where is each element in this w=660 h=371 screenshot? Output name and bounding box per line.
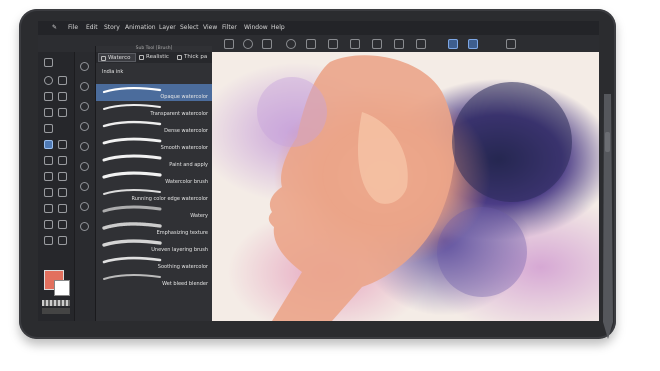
subtool-group-icon[interactable]: [80, 122, 89, 131]
brush-stroke-preview: [102, 205, 162, 213]
brush-item[interactable]: Running color edge watercolor: [96, 186, 212, 203]
menu-animation[interactable]: Animation: [125, 21, 156, 35]
tab-watercolor[interactable]: Waterco: [98, 53, 136, 62]
brush-icon: [177, 55, 182, 60]
brush-item[interactable]: India ink: [96, 64, 212, 77]
menu-file[interactable]: File: [68, 21, 78, 35]
subtool-group-column: [74, 52, 95, 321]
brush-icon: [139, 55, 144, 60]
brush-tool-icon[interactable]: [44, 140, 53, 149]
watercolor-portrait-artwork: [257, 55, 572, 321]
brush-stroke-preview: [102, 256, 162, 264]
balloon-tool-icon[interactable]: [44, 236, 53, 245]
menu-select[interactable]: Select: [180, 21, 199, 35]
pencil-tool-icon[interactable]: [58, 140, 67, 149]
brush-item[interactable]: Soothing watercolor: [96, 254, 212, 271]
brush-item[interactable]: Transparent watercolor: [96, 101, 212, 118]
subtool-group-icon[interactable]: [80, 182, 89, 191]
subtool-group-icon[interactable]: [80, 202, 89, 211]
menu-layer[interactable]: Layer: [159, 21, 176, 35]
wand-tool-icon[interactable]: [58, 108, 67, 117]
menu-filter[interactable]: Filter: [222, 21, 237, 35]
crop-icon[interactable]: [350, 39, 360, 49]
brush-icon: [101, 56, 106, 61]
menu-view[interactable]: View: [203, 21, 217, 35]
subtool-group-icon[interactable]: [80, 82, 89, 91]
brush-item[interactable]: Paint and apply: [96, 152, 212, 169]
brush-stroke-preview: [103, 273, 161, 280]
brush-item[interactable]: Uneven layering brush: [96, 237, 212, 254]
settings-icon[interactable]: [506, 39, 516, 49]
app-screen: ✎ File Edit Story Animation Layer Select…: [38, 21, 599, 321]
brush-stroke-preview: [102, 137, 162, 145]
move-tool-icon[interactable]: [58, 92, 67, 101]
brush-stroke-preview: [102, 120, 162, 128]
invert-icon[interactable]: [416, 39, 426, 49]
transform-icon[interactable]: [286, 39, 296, 49]
cursor-tool-icon[interactable]: [44, 58, 53, 67]
hand-tool-icon[interactable]: [58, 76, 67, 85]
selection-tool-icon[interactable]: [44, 108, 53, 117]
select-icon[interactable]: [372, 39, 382, 49]
deselect-icon[interactable]: [394, 39, 404, 49]
brush-stroke-preview: [102, 171, 162, 179]
tool-palette: [38, 52, 74, 321]
figure-tool-icon[interactable]: [44, 204, 53, 213]
clear-icon[interactable]: [328, 39, 338, 49]
brush-item[interactable]: Emphasizing texture: [96, 220, 212, 237]
sub-color-swatch[interactable]: [54, 280, 70, 296]
brush-item[interactable]: Smooth watercolor: [96, 135, 212, 152]
brush-stroke-preview: [102, 154, 162, 162]
brush-item[interactable]: Watercolor brush: [96, 169, 212, 186]
menu-edit[interactable]: Edit: [86, 21, 98, 35]
ruler-tool-icon[interactable]: [44, 220, 53, 229]
subtool-group-icon[interactable]: [80, 222, 89, 231]
menu-window[interactable]: Window: [244, 21, 268, 35]
transparent-color-swatch[interactable]: [42, 300, 70, 306]
undo-icon[interactable]: [243, 39, 253, 49]
drawing-canvas[interactable]: [212, 52, 599, 321]
gradient-tool-icon[interactable]: [58, 188, 67, 197]
menu-help[interactable]: Help: [271, 21, 285, 35]
ruler-mode-icon[interactable]: [468, 39, 478, 49]
decoration-tool-icon[interactable]: [58, 156, 67, 165]
menu-story[interactable]: Story: [104, 21, 120, 35]
fill-tool-icon[interactable]: [44, 188, 53, 197]
operation-tool-icon[interactable]: [44, 92, 53, 101]
color-slider[interactable]: [42, 308, 70, 314]
eraser-tool-icon[interactable]: [44, 172, 53, 181]
airbrush-tool-icon[interactable]: [44, 156, 53, 165]
subtool-group-icon[interactable]: [80, 142, 89, 151]
fill-icon[interactable]: [306, 39, 316, 49]
subtool-group-icon[interactable]: [80, 62, 89, 71]
brush-stroke-preview: [102, 222, 162, 230]
subtool-group-icon[interactable]: [80, 162, 89, 171]
text-tool-icon[interactable]: [58, 220, 67, 229]
brush-item[interactable]: Wet bleed blender: [96, 271, 212, 288]
brush-item[interactable]: Dense watercolor: [96, 118, 212, 135]
sub-tool-panel: Sub Tool [Brush] Waterco Realistic Thick…: [95, 46, 212, 321]
app-logo-icon[interactable]: ✎: [52, 21, 57, 35]
correct-line-tool-icon[interactable]: [58, 236, 67, 245]
subtool-group-icon[interactable]: [80, 102, 89, 111]
brush-item[interactable]: Opaque watercolor: [96, 84, 212, 101]
layer-icon[interactable]: [224, 39, 234, 49]
blend-tool-icon[interactable]: [58, 172, 67, 181]
brush-item[interactable]: Watery: [96, 203, 212, 220]
subtool-tabs: Waterco Realistic Thick pa: [96, 52, 212, 63]
menu-bar: ✎ File Edit Story Animation Layer Select…: [38, 21, 599, 35]
zoom-tool-icon[interactable]: [44, 76, 53, 85]
eyedropper-tool-icon[interactable]: [44, 124, 53, 133]
brush-stroke-preview: [102, 86, 162, 94]
pen-mode-icon[interactable]: [448, 39, 458, 49]
stylus-pen: [603, 94, 613, 339]
frame-tool-icon[interactable]: [58, 204, 67, 213]
redo-icon[interactable]: [262, 39, 272, 49]
